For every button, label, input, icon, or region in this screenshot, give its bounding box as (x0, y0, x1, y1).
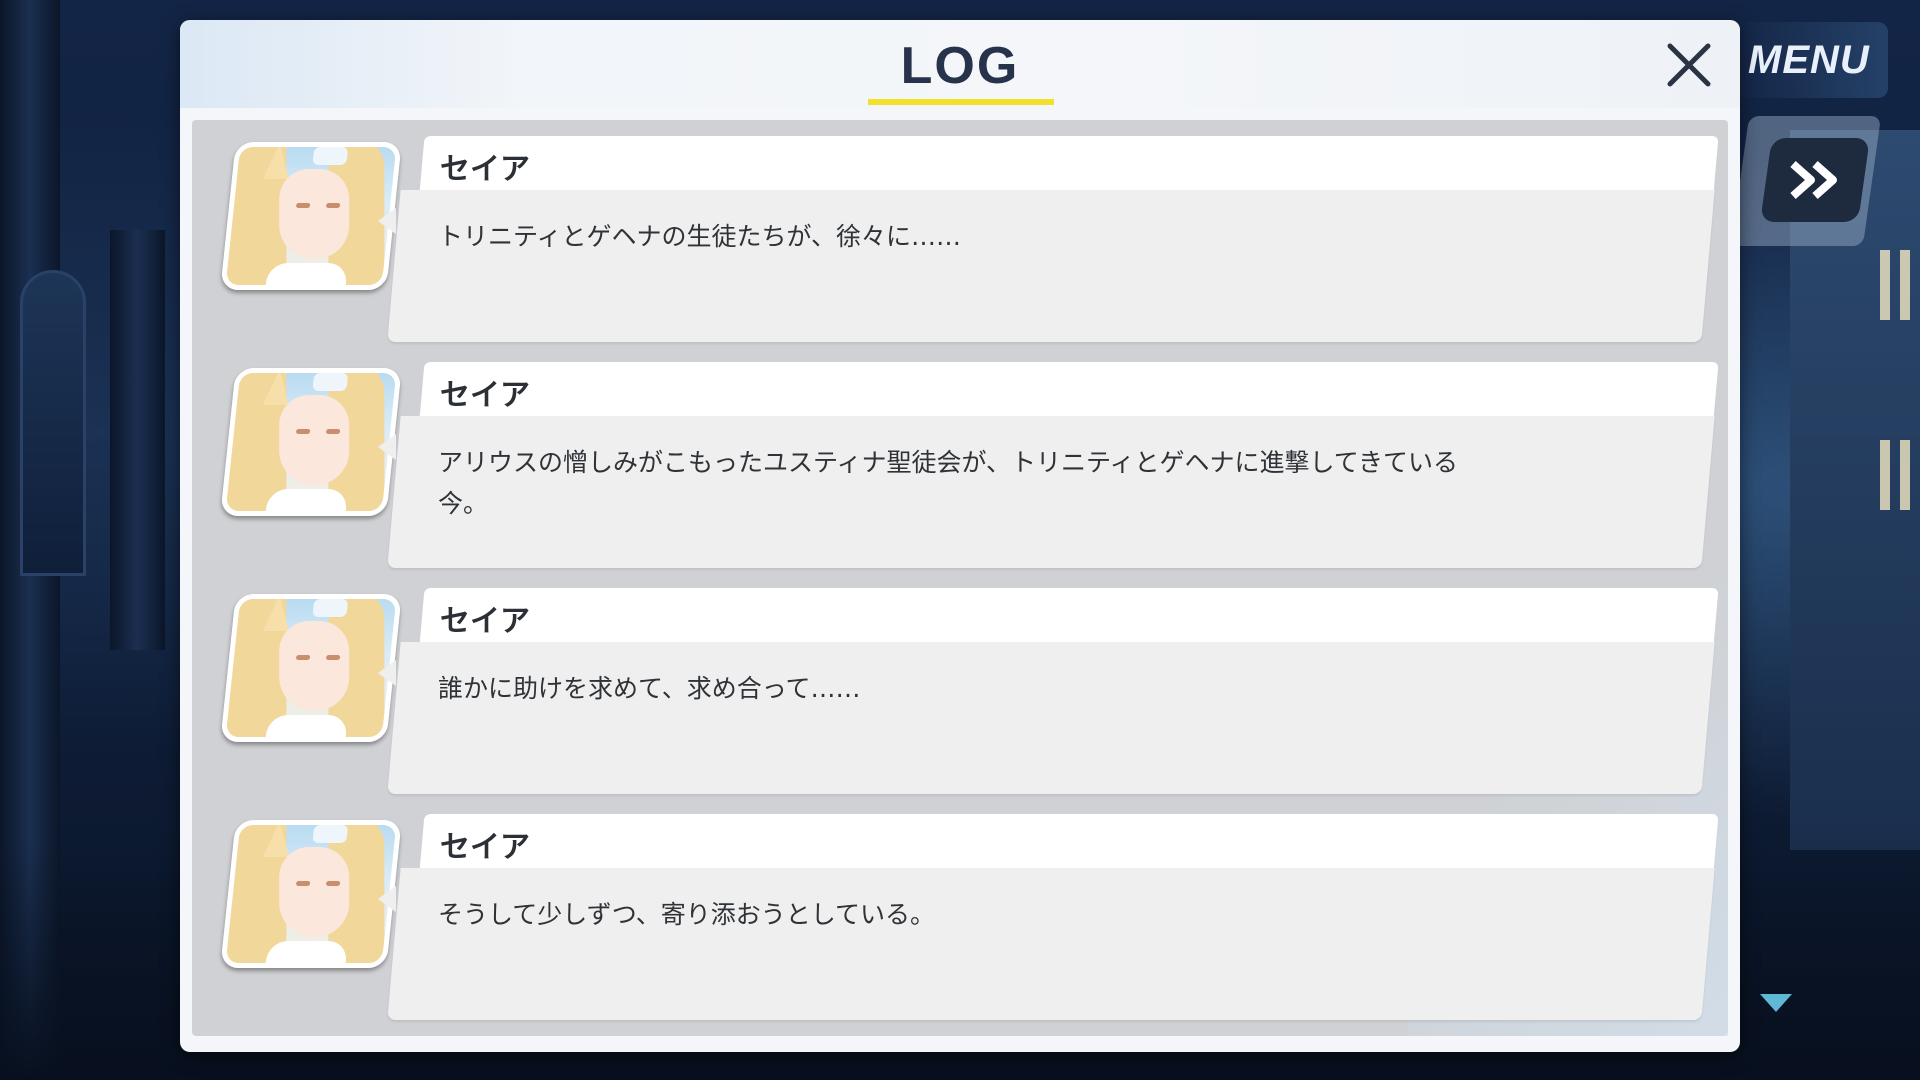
log-entry: セイア アリウスの憎しみがこもったユスティナ聖徒会が、トリニティとゲヘナに進撃し… (212, 362, 1719, 568)
speaker-portrait (220, 142, 402, 290)
dialogue-bubble (387, 868, 1715, 1020)
speaker-portrait (220, 820, 402, 968)
speaker-name-bar (419, 814, 1719, 872)
dialogue-text: そうして少しずつ、寄り添おうとしている。 (438, 900, 936, 929)
log-panel: LOG セイア トリニティとゲヘナの生徒たちが、徐々に…… セイア アリウスの憎… (180, 20, 1740, 1052)
log-entry: セイア トリニティとゲヘナの生徒たちが、徐々に…… (212, 136, 1719, 342)
speaker-name-bar (419, 136, 1719, 194)
title-underline (868, 99, 1054, 105)
bubble-tail (378, 434, 396, 460)
speaker-portrait (220, 594, 402, 742)
close-icon (1667, 43, 1711, 87)
speaker-name: セイア (440, 830, 530, 865)
dialogue-bubble (387, 190, 1715, 342)
speaker-name: セイア (440, 152, 530, 187)
fast-forward-icon (1790, 161, 1837, 199)
scroll-down-arrow-icon[interactable] (1760, 994, 1792, 1012)
speaker-name: セイア (440, 378, 530, 413)
dialogue-text: 誰かに助けを求めて、求め合って…… (438, 674, 861, 703)
log-entry: セイア 誰かに助けを求めて、求め合って…… (212, 588, 1719, 794)
speaker-portrait (220, 368, 402, 516)
speaker-name-bar (419, 588, 1719, 646)
skip-button[interactable] (1760, 138, 1870, 222)
menu-button[interactable]: MENU (1728, 22, 1888, 98)
bubble-tail (378, 886, 396, 912)
dialogue-text: アリウスの憎しみがこもったユスティナ聖徒会が、トリニティとゲヘナに進撃してきてい… (438, 448, 1459, 518)
bubble-tail (378, 208, 396, 234)
close-button[interactable] (1658, 34, 1720, 96)
bubble-tail (378, 660, 396, 686)
speaker-name-bar (419, 362, 1719, 420)
dialogue-text: トリニティとゲヘナの生徒たちが、徐々に…… (438, 222, 962, 251)
log-list[interactable]: セイア トリニティとゲヘナの生徒たちが、徐々に…… セイア アリウスの憎しみがこ… (192, 120, 1728, 1036)
log-title: LOG (900, 37, 1020, 95)
log-entry: セイア そうして少しずつ、寄り添おうとしている。 (212, 814, 1719, 1020)
speaker-name: セイア (440, 604, 530, 639)
dialogue-bubble (387, 642, 1715, 794)
